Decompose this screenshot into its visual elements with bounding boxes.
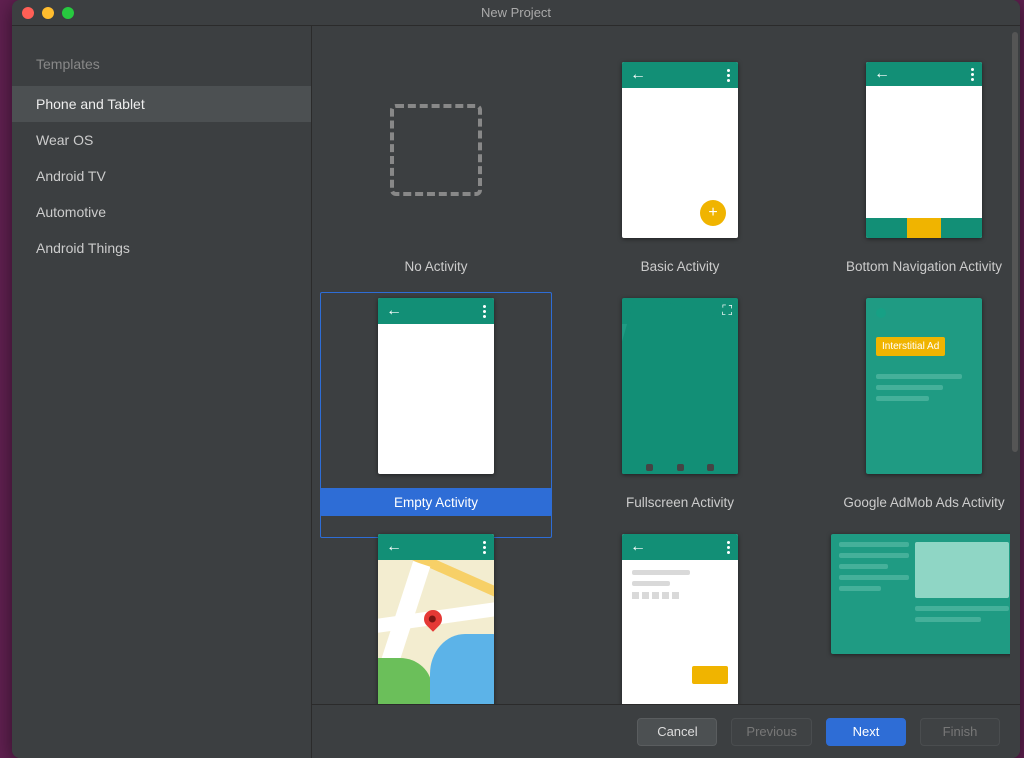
template-basic-activity[interactable]: ← + Basic Activity xyxy=(564,62,796,280)
next-button[interactable]: Next xyxy=(826,718,906,746)
template-label: Fullscreen Activity xyxy=(626,495,734,510)
overflow-menu-icon xyxy=(727,541,730,554)
template-grid-area: No Activity ← + Basic Activity xyxy=(312,26,1020,758)
overflow-menu-icon xyxy=(971,68,974,81)
dashed-placeholder-icon xyxy=(390,104,482,196)
template-empty-activity[interactable]: ← Empty Activity xyxy=(320,298,552,516)
close-window-button[interactable] xyxy=(22,7,34,19)
template-thumbnail: ← ⛶ xyxy=(622,298,738,474)
template-thumbnail: ← xyxy=(866,62,982,238)
template-thumbnail xyxy=(831,534,1010,654)
previous-button[interactable]: Previous xyxy=(731,718,812,746)
template-grid-scroll[interactable]: No Activity ← + Basic Activity xyxy=(312,26,1010,704)
overflow-menu-icon xyxy=(483,305,486,318)
primary-button-icon xyxy=(692,666,728,684)
detail-pane-icon xyxy=(915,542,1009,628)
sidebar-item-label: Android Things xyxy=(36,240,130,256)
window-controls xyxy=(22,7,74,19)
button-label: Cancel xyxy=(657,724,697,739)
appbar-icon: ← xyxy=(866,62,982,86)
template-no-activity[interactable]: No Activity xyxy=(320,62,552,280)
cancel-button[interactable]: Cancel xyxy=(637,718,717,746)
template-label: Basic Activity xyxy=(641,259,720,274)
ad-lines-icon xyxy=(876,374,972,401)
bottom-nav-icon xyxy=(866,218,982,238)
template-login-activity[interactable]: ← xyxy=(564,534,796,704)
zoom-window-button[interactable] xyxy=(62,7,74,19)
template-bottom-navigation-activity[interactable]: ← Bottom Navigation Activity xyxy=(808,62,1010,280)
template-label: Empty Activity xyxy=(394,495,478,510)
finish-button[interactable]: Finish xyxy=(920,718,1000,746)
sidebar-item-phone-and-tablet[interactable]: Phone and Tablet xyxy=(12,86,311,122)
template-thumbnail: ← xyxy=(378,298,494,474)
template-maps-activity[interactable]: ← xyxy=(320,534,552,704)
sidebar-item-android-things[interactable]: Android Things xyxy=(12,230,311,266)
form-preview xyxy=(622,560,738,704)
ad-circle-icon xyxy=(876,308,886,318)
back-arrow-icon: ← xyxy=(386,539,402,555)
template-fullscreen-activity[interactable]: ← ⛶ Fullscreen Activity xyxy=(564,298,796,516)
new-project-window: New Project Templates Phone and Tablet W… xyxy=(12,0,1020,758)
template-thumbnail: ← + xyxy=(622,62,738,238)
map-preview xyxy=(378,560,494,704)
back-arrow-icon: ← xyxy=(630,67,646,83)
dialog-body: Templates Phone and Tablet Wear OS Andro… xyxy=(12,26,1020,758)
interstitial-ad-badge: Interstitial Ad xyxy=(876,337,945,356)
back-arrow-icon: ← xyxy=(630,539,646,555)
overflow-menu-icon xyxy=(483,541,486,554)
button-label: Finish xyxy=(943,724,978,739)
sidebar-item-automotive[interactable]: Automotive xyxy=(12,194,311,230)
sidebar-item-label: Android TV xyxy=(36,168,106,184)
back-arrow-icon: ← xyxy=(386,303,402,319)
fullscreen-icon: ⛶ xyxy=(722,302,732,319)
button-label: Next xyxy=(853,724,880,739)
sidebar-item-wear-os[interactable]: Wear OS xyxy=(12,122,311,158)
fab-icon: + xyxy=(700,200,726,226)
template-master-detail[interactable] xyxy=(808,534,1010,704)
template-label: Bottom Navigation Activity xyxy=(846,259,1002,274)
appbar-icon: ← xyxy=(378,534,494,560)
template-thumbnail: Interstitial Ad xyxy=(866,298,982,474)
vertical-scrollbar[interactable] xyxy=(1012,32,1018,452)
back-arrow-icon: ← xyxy=(874,66,890,82)
sidebar-item-android-tv[interactable]: Android TV xyxy=(12,158,311,194)
window-title: New Project xyxy=(12,5,1020,20)
sidebar-heading: Templates xyxy=(12,46,311,86)
overflow-menu-icon xyxy=(727,69,730,82)
list-pane-icon xyxy=(839,542,909,597)
button-label: Previous xyxy=(746,724,797,739)
title-bar: New Project xyxy=(12,0,1020,26)
nav-buttons-icon xyxy=(622,460,738,474)
template-label: Google AdMob Ads Activity xyxy=(843,495,1004,510)
template-admob-activity[interactable]: Interstitial Ad Google AdMob Ads Activit… xyxy=(808,298,1010,516)
template-thumbnail xyxy=(378,62,494,238)
template-thumbnail: ← xyxy=(378,534,494,704)
admob-body: Interstitial Ad xyxy=(866,298,982,474)
appbar-icon: ← xyxy=(622,534,738,560)
appbar-icon: ← xyxy=(378,298,494,324)
templates-sidebar: Templates Phone and Tablet Wear OS Andro… xyxy=(12,26,312,758)
wizard-footer: Cancel Previous Next Finish xyxy=(312,704,1020,758)
sidebar-item-label: Phone and Tablet xyxy=(36,96,145,112)
sidebar-item-label: Automotive xyxy=(36,204,106,220)
template-label: No Activity xyxy=(404,259,467,274)
template-thumbnail: ← xyxy=(622,534,738,704)
template-grid: No Activity ← + Basic Activity xyxy=(312,26,1010,704)
appbar-icon: ← xyxy=(622,62,738,88)
minimize-window-button[interactable] xyxy=(42,7,54,19)
star-row-icon xyxy=(632,592,728,599)
fullscreen-body xyxy=(622,324,738,474)
sidebar-item-label: Wear OS xyxy=(36,132,93,148)
